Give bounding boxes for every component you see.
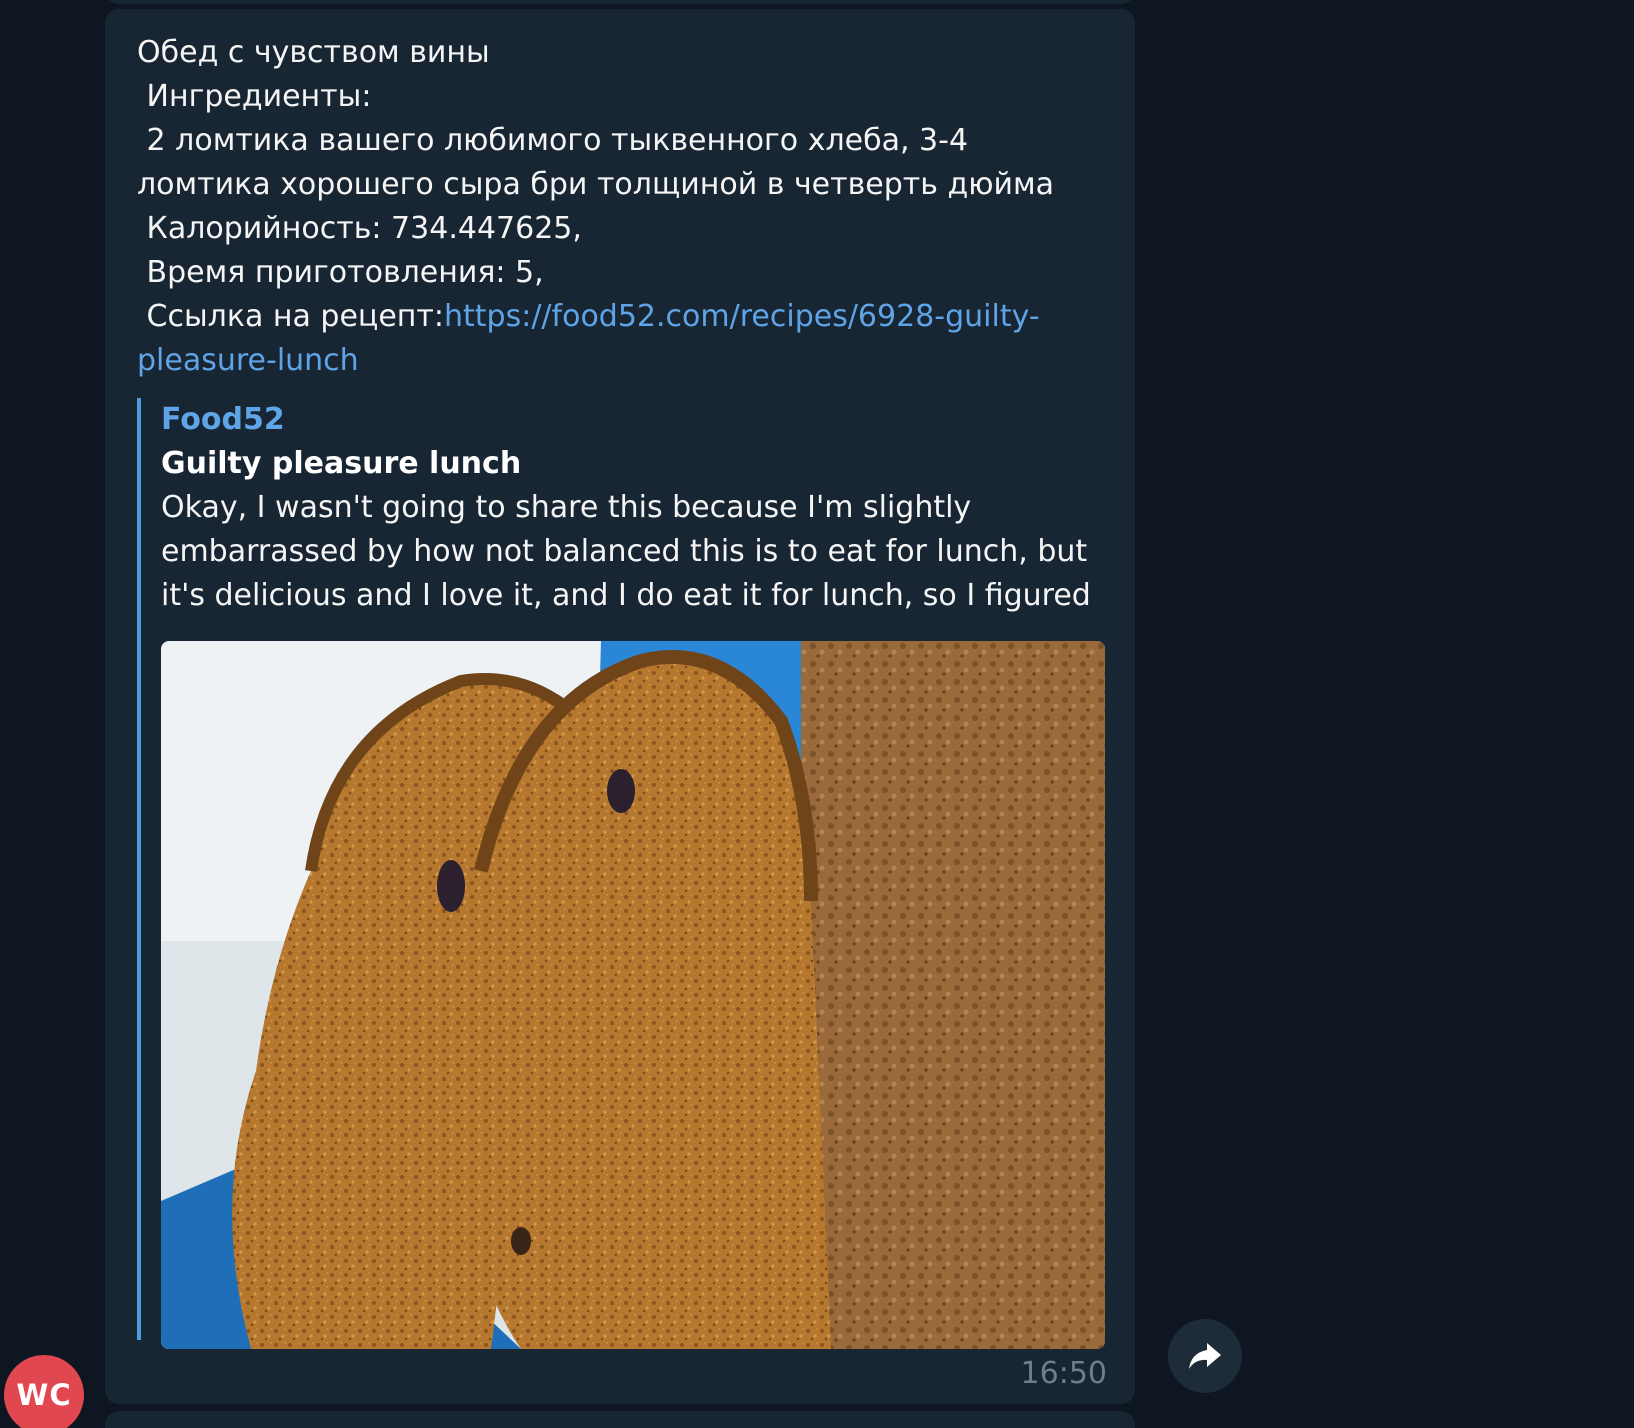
avatar-initials: WC bbox=[16, 1378, 72, 1412]
preview-image[interactable] bbox=[161, 641, 1105, 1349]
cook-time-text: Время приготовления: 5, bbox=[137, 255, 544, 290]
preview-title: Guilty pleasure lunch bbox=[161, 446, 522, 481]
calories-text: Калорийность: 734.447625, bbox=[137, 211, 582, 246]
preview-description: Okay, I wasn't going to share this becau… bbox=[161, 490, 1091, 657]
ingredients-text: 2 ломтика вашего любимого тыквенного хле… bbox=[137, 123, 1054, 202]
message-text: Обед с чувством вины Ингредиенты: 2 ломт… bbox=[137, 31, 1097, 383]
avatar[interactable]: WC bbox=[4, 1355, 84, 1428]
chat-area: Обед с чувством вины Ингредиенты: 2 ломт… bbox=[0, 0, 1634, 1428]
share-arrow-icon bbox=[1189, 1343, 1221, 1369]
preview-site-name[interactable]: Food52 bbox=[161, 398, 285, 442]
recipe-title: Обед с чувством вины bbox=[137, 35, 490, 70]
message-time: 16:50 bbox=[1020, 1356, 1107, 1391]
ingredients-label: Ингредиенты: bbox=[137, 79, 372, 114]
message-bubble[interactable]: Обед с чувством вины Ингредиенты: 2 ломт… bbox=[105, 9, 1135, 1404]
next-message-bubble[interactable] bbox=[105, 1411, 1135, 1428]
link-preview[interactable]: Food52 Guilty pleasure lunch Okay, I was… bbox=[137, 398, 1105, 1349]
pumpkin-bread-photo bbox=[161, 641, 1105, 1349]
previous-message-bubble[interactable] bbox=[105, 0, 1135, 4]
recipe-link-label: Ссылка на рецепт: bbox=[137, 299, 444, 334]
share-button[interactable] bbox=[1168, 1319, 1242, 1393]
